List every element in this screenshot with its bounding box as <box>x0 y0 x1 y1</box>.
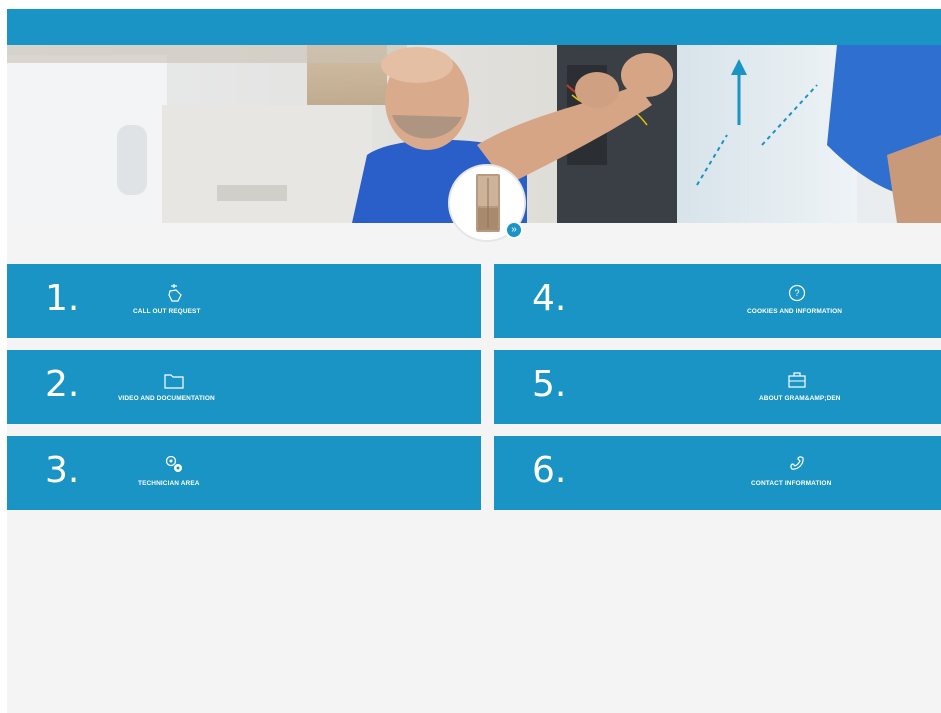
question-circle-icon: ? <box>788 284 806 302</box>
tile-contact-information[interactable]: 6. CONTACT INFORMATION <box>494 436 941 510</box>
expand-badge-icon[interactable]: » <box>505 221 523 239</box>
tile-number: 6. <box>532 450 567 491</box>
tile-number: 1. <box>45 278 80 319</box>
tile-video-and-documentation[interactable]: 2. VIDEO AND DOCUMENTATION <box>7 350 481 424</box>
tile-about-gram-den[interactable]: 5. ABOUT GRAM&AMP;DEN <box>494 350 941 424</box>
top-bar <box>7 9 941 45</box>
tile-call-out-request[interactable]: 1. CALL OUT REQUEST <box>7 264 481 338</box>
tile-label: CONTACT INFORMATION <box>751 480 832 487</box>
app-window: » 1. CALL OUT REQUEST 2. VIDEO AND DOCUM… <box>7 9 941 713</box>
tile-number: 3. <box>45 450 80 491</box>
gears-icon <box>165 455 182 472</box>
tile-number: 2. <box>45 364 80 405</box>
tile-cookies-and-information[interactable]: 4. ? COOKIES AND INFORMATION <box>494 264 941 338</box>
tile-number: 5. <box>532 364 567 405</box>
folder-icon <box>164 374 184 389</box>
phone-icon <box>790 456 804 470</box>
tile-label: CALL OUT REQUEST <box>133 308 201 315</box>
tile-technician-area[interactable]: 3. TECHNICIAN AREA <box>7 436 481 510</box>
tile-number: 4. <box>532 278 567 319</box>
svg-text:?: ? <box>794 288 799 298</box>
tile-label: COOKIES AND INFORMATION <box>747 308 843 315</box>
tile-label: TECHNICIAN AREA <box>138 480 200 487</box>
tile-label: ABOUT GRAM&AMP;DEN <box>759 395 841 402</box>
hand-tap-icon <box>168 284 182 302</box>
briefcase-icon <box>788 372 806 388</box>
tile-label: VIDEO AND DOCUMENTATION <box>118 395 215 402</box>
